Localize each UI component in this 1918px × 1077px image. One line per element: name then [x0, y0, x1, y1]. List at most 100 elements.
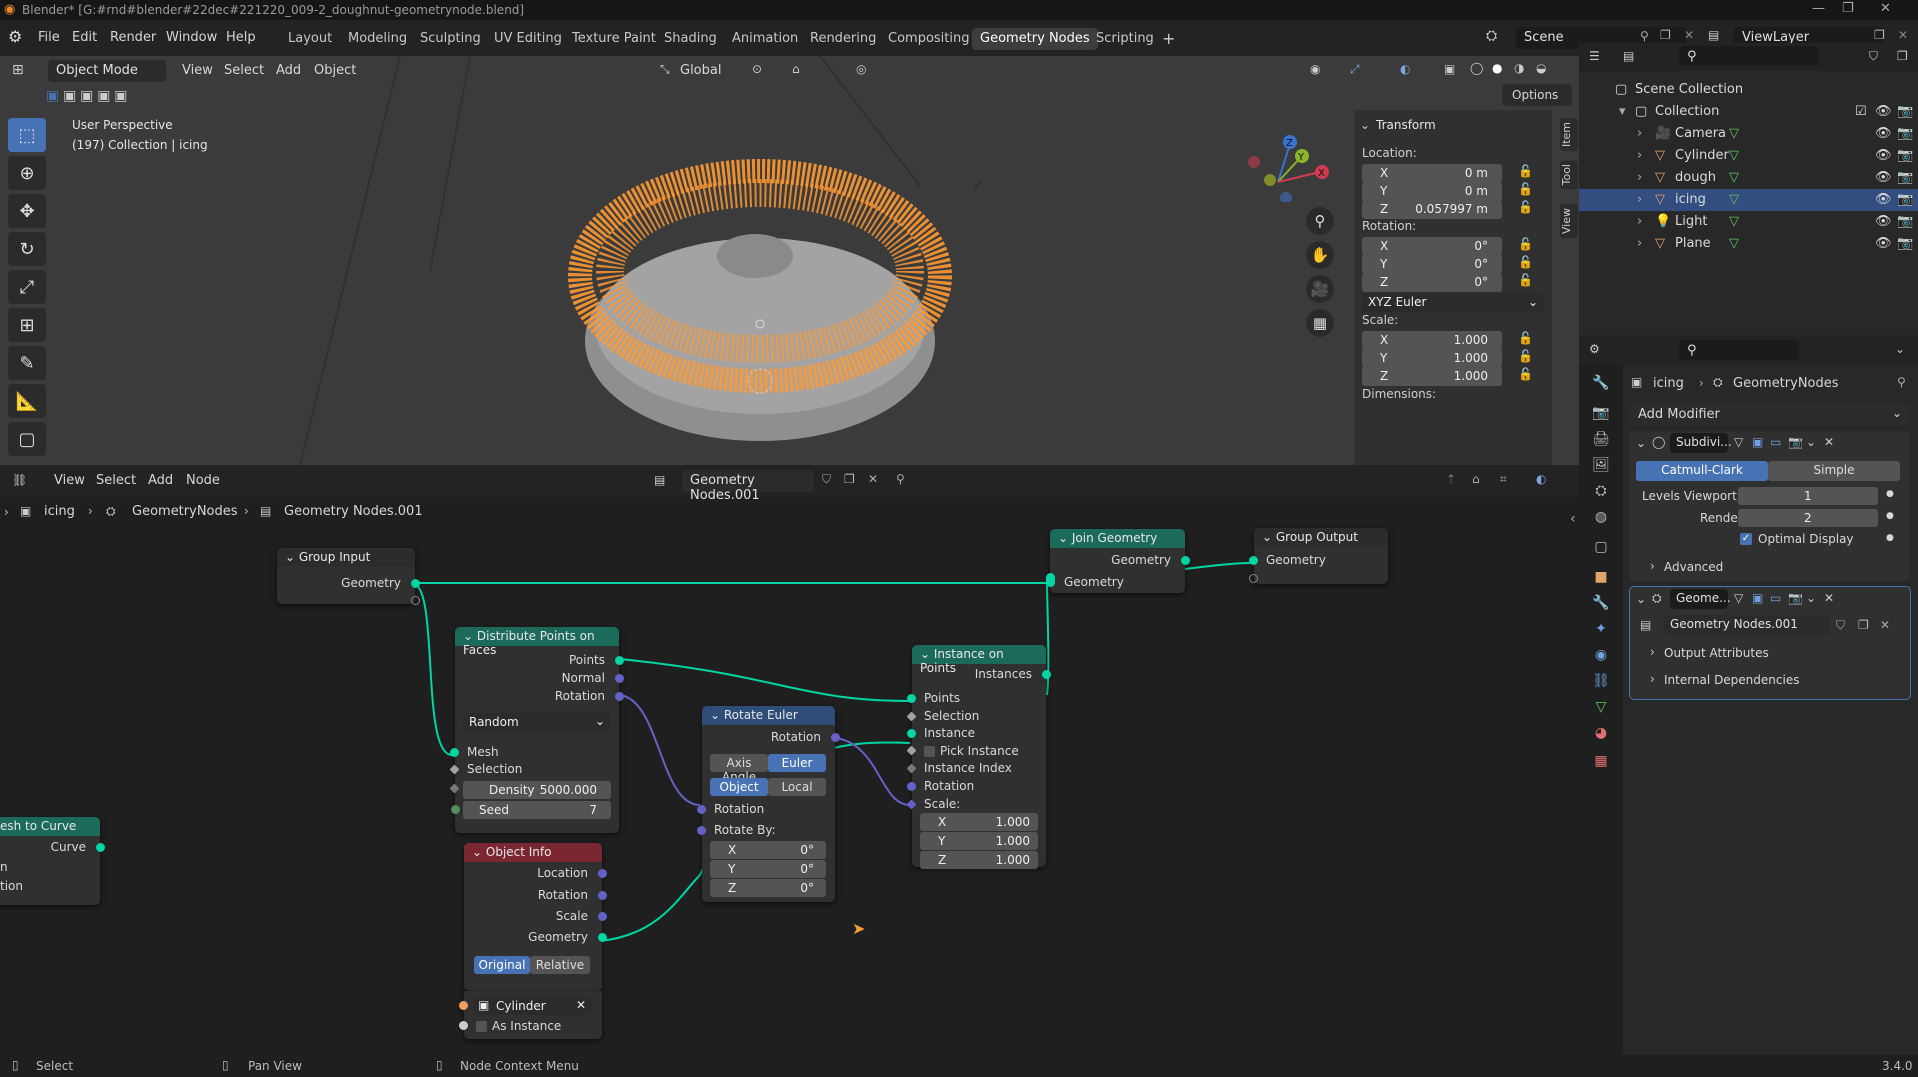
tab-geometry-nodes[interactable]: Geometry Nodes [972, 28, 1098, 50]
expand-icon[interactable]: ▾ [1619, 104, 1626, 119]
duplicate-icon[interactable]: ❐ [1858, 618, 1869, 632]
scale-x-field[interactable]: X 1.000 [920, 813, 1038, 831]
remove-modifier-icon[interactable]: ✕ [1824, 591, 1834, 605]
scale-y-field[interactable]: Y 1.000 [1362, 349, 1502, 368]
socket-points-out[interactable] [615, 656, 624, 665]
3d-viewport[interactable]: ⊞ Object Mode View Select Add Object ⤡ G… [0, 56, 1579, 465]
internal-dependencies-subpanel[interactable]: Internal Dependencies [1664, 673, 1799, 687]
rotate-by-y-field[interactable]: Y 0° [710, 860, 826, 878]
sidebar-tab-view[interactable]: View [1560, 204, 1578, 239]
render-tab-icon[interactable]: 📷 [1589, 405, 1613, 429]
tab-compositing[interactable]: Compositing [880, 28, 978, 50]
modifier-name-field[interactable]: Geome... [1670, 589, 1731, 609]
eye-icon[interactable]: 👁 [1875, 104, 1892, 119]
location-z-field[interactable]: Z 0.057997 m [1362, 200, 1502, 219]
node-header[interactable]: esh to Curve [0, 817, 100, 836]
seed-field[interactable]: Seed 7 [463, 801, 611, 819]
pin-scene-icon[interactable]: ⚲ [1640, 29, 1649, 43]
collapse-icon[interactable]: ⌄ [920, 647, 934, 661]
pan-hand-icon[interactable]: ✋ [1306, 241, 1334, 269]
outliner-row-dough[interactable]: › ▽ dough ▽ 👁 📷 [1579, 167, 1918, 189]
rotation-y-field[interactable]: Y 0° [1362, 255, 1502, 274]
camera-render-icon[interactable]: 📷 [1897, 104, 1913, 119]
node-rotate-euler[interactable]: ⌄ Rotate Euler Rotation Axis Angle Euler… [697, 706, 840, 902]
gizmo-neg-z-ball[interactable] [1280, 192, 1292, 202]
select-subtract-icon[interactable]: ▣ [80, 88, 93, 104]
checkbox-icon[interactable]: ☑ [1855, 104, 1867, 119]
viewport-menu-add[interactable]: Add [276, 63, 301, 78]
node-header[interactable]: ⌄ Group Output [1254, 528, 1388, 547]
properties-editor-type-icon[interactable]: ⚙ [1589, 342, 1600, 356]
tab-sculpting[interactable]: Sculpting [412, 28, 489, 50]
data-icon[interactable]: ▽ [1729, 192, 1739, 207]
rotate-tool-icon[interactable]: ↻ [8, 232, 46, 266]
camera-render-icon[interactable]: 📷 [1897, 192, 1913, 207]
shading-wireframe-icon[interactable]: ◯ [1470, 61, 1483, 75]
socket-normal-out[interactable] [615, 674, 624, 683]
node-editor[interactable]: ⛓ View Select Add Node ▤ Geometry Nodes.… [0, 465, 1579, 1055]
expand-icon[interactable]: › [1650, 559, 1655, 573]
gizmo-neg-y-ball[interactable] [1264, 174, 1276, 186]
measure-tool-icon[interactable]: 📐 [8, 384, 46, 418]
camera-render-icon[interactable]: 📷 [1897, 214, 1913, 229]
collapse-sidebar-icon[interactable]: ‹ [1570, 511, 1576, 527]
tab-rendering[interactable]: Rendering [802, 28, 884, 50]
node-object-info[interactable]: ⌄ Object Info Location Rotation Scale Ge… [464, 843, 607, 991]
node-tree-browse-icon[interactable]: ▤ [1640, 618, 1651, 632]
tab-animation[interactable]: Animation [724, 28, 806, 50]
shading-material-icon[interactable]: ◑ [1514, 61, 1524, 75]
gizmo-toggle-icon[interactable]: ⤢ [1350, 62, 1360, 77]
expand-icon[interactable]: › [1650, 645, 1655, 659]
socket-geometry-out[interactable] [598, 933, 607, 942]
texture-tab-icon[interactable]: ▦ [1589, 753, 1613, 777]
editor-type-icon[interactable]: ⊞ [12, 62, 24, 78]
filter-icon[interactable]: ⛉ [1869, 49, 1878, 64]
scale-x-field[interactable]: X 1.000 [1362, 331, 1502, 350]
cage-icon[interactable]: ▣ [1752, 591, 1763, 605]
modifier-tab-icon[interactable]: 🔧 [1589, 595, 1613, 619]
data-icon[interactable]: ▽ [1729, 126, 1739, 141]
socket-geometry-multi-in[interactable] [1046, 573, 1055, 587]
constraints-tab-icon[interactable]: ⛓ [1589, 673, 1613, 697]
outliner-row-light[interactable]: › 💡 Light ▽ 👁 📷 [1579, 211, 1918, 233]
remove-modifier-icon[interactable]: ✕ [1824, 435, 1834, 449]
material-tab-icon[interactable]: ◕ [1589, 725, 1613, 749]
snap-icon[interactable]: ⌂ [792, 62, 800, 76]
rotation-z-field[interactable]: Z 0° [1362, 273, 1502, 292]
select-invert-icon[interactable]: ▣ [97, 88, 110, 104]
socket-rotate-by-in[interactable] [697, 826, 706, 835]
transform-tool-icon[interactable]: ⊞ [8, 308, 46, 342]
rotation-x-field[interactable]: X 0° [1362, 237, 1502, 256]
move-tool-icon[interactable]: ✥ [8, 194, 46, 228]
collection-tab-icon[interactable]: ▢ [1589, 539, 1613, 563]
physics-tab-icon[interactable]: ◉ [1589, 647, 1613, 671]
collapse-icon[interactable]: ⌄ [1636, 592, 1646, 606]
unlink-icon[interactable]: ✕ [1880, 618, 1890, 632]
collapse-transform-icon[interactable]: ⌄ [1360, 118, 1370, 132]
data-icon[interactable]: ▽ [1729, 214, 1739, 229]
lock-icon[interactable]: 🔓 [1518, 237, 1533, 251]
expand-icon[interactable]: › [1650, 672, 1655, 686]
levels-viewport-field[interactable]: 1 [1738, 487, 1878, 505]
pin-icon[interactable]: ⚲ [1897, 375, 1906, 389]
socket-empty-in[interactable] [1249, 574, 1258, 583]
visibility-icon[interactable]: ◉ [1310, 62, 1320, 76]
original-toggle[interactable]: Original [474, 956, 530, 974]
expand-icon[interactable]: › [1637, 148, 1642, 163]
node-group-field[interactable]: Geometry Nodes.001 [1664, 615, 1830, 635]
animate-dot-icon[interactable]: ● [1886, 511, 1894, 521]
viewport-display-icon[interactable]: ▭ [1770, 591, 1781, 605]
animate-dot-icon[interactable]: ● [1886, 533, 1894, 543]
render-display-icon[interactable]: 📷 [1788, 435, 1803, 449]
delete-scene-icon[interactable]: ✕ [1684, 28, 1694, 42]
output-tab-icon[interactable]: 🖨 [1589, 431, 1613, 455]
overlay-toggle-icon[interactable]: ◐ [1400, 62, 1410, 76]
socket-seed-in[interactable] [451, 805, 460, 814]
node-header[interactable]: ⌄ Group Input [277, 548, 415, 567]
axis-angle-toggle[interactable]: Axis Angle [710, 754, 768, 784]
clear-icon[interactable]: ✕ [576, 998, 586, 1012]
eye-icon[interactable]: 👁 [1875, 126, 1892, 141]
rotate-by-x-field[interactable]: X 0° [710, 841, 826, 859]
shading-solid-icon[interactable]: ● [1492, 61, 1502, 75]
node-mesh-to-curve[interactable]: esh to Curve Curve n tion [0, 817, 105, 905]
